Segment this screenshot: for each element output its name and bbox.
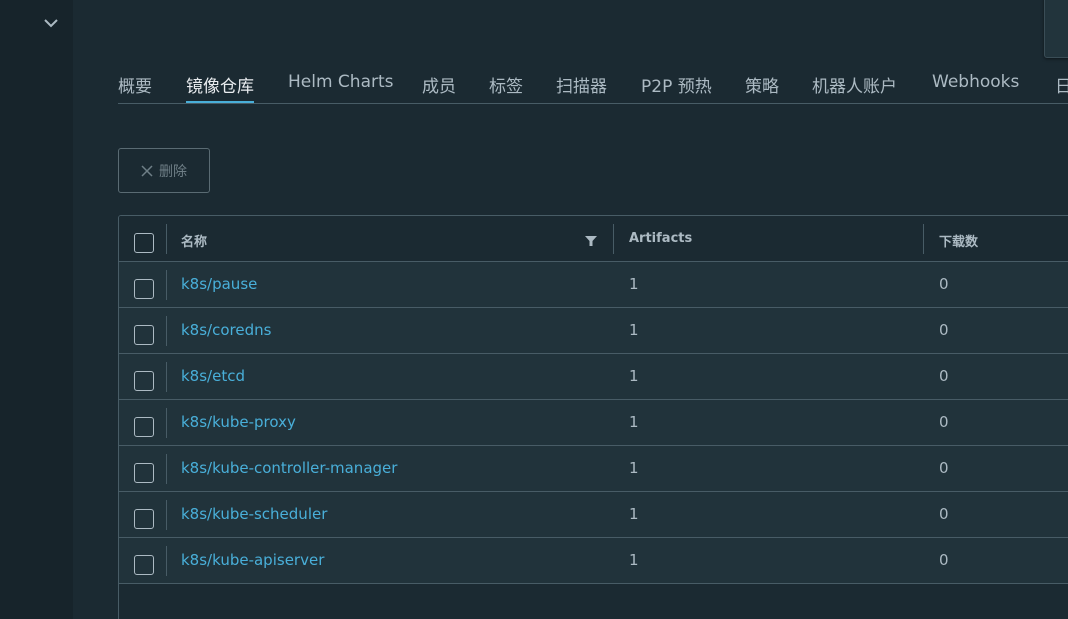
tab-p2p-preheat[interactable]: P2P 预热: [641, 72, 712, 103]
table-row: k8s/pause 1 0: [119, 262, 1068, 308]
cell-separator: [166, 316, 167, 346]
cell-separator: [166, 500, 167, 530]
repository-datagrid: 名称 Artifacts 下载数 k8s/pause 1 0 k8s/cored…: [118, 215, 1068, 619]
sidebar-collapse-button[interactable]: [40, 12, 62, 34]
cell-separator: [166, 454, 167, 484]
repository-link[interactable]: k8s/kube-proxy: [181, 413, 296, 431]
header-dropdown-card: [1044, 0, 1068, 58]
tab-webhooks[interactable]: Webhooks: [932, 72, 1019, 103]
artifacts-count: 1: [629, 275, 639, 293]
cell-separator: [166, 362, 167, 392]
table-row: k8s/kube-apiserver 1 0: [119, 538, 1068, 584]
close-icon: [141, 164, 153, 177]
download-count: 0: [939, 459, 949, 477]
tab-policy[interactable]: 策略: [745, 72, 779, 103]
tab-members[interactable]: 成员: [422, 72, 456, 103]
datagrid-header: 名称 Artifacts 下载数: [119, 216, 1068, 262]
project-tabs: 概要 镜像仓库 Helm Charts 成员 标签 扫描器 P2P 预热 策略 …: [118, 62, 1068, 104]
artifacts-count: 1: [629, 367, 639, 385]
row-checkbox[interactable]: [134, 279, 154, 299]
cell-separator: [166, 270, 167, 300]
artifacts-count: 1: [629, 413, 639, 431]
filter-icon[interactable]: [584, 235, 598, 247]
tab-helm-charts[interactable]: Helm Charts: [288, 72, 394, 103]
chevron-down-icon: [44, 19, 58, 28]
tab-repositories[interactable]: 镜像仓库: [186, 72, 254, 103]
delete-button-label: 删除: [159, 163, 187, 180]
repository-link[interactable]: k8s/kube-controller-manager: [181, 459, 397, 477]
column-header-name[interactable]: 名称: [181, 231, 207, 250]
download-count: 0: [939, 275, 949, 293]
artifacts-count: 1: [629, 505, 639, 523]
tab-logs[interactable]: 日: [1055, 72, 1068, 103]
cell-separator: [166, 408, 167, 438]
column-header-artifacts[interactable]: Artifacts: [629, 231, 692, 246]
repository-link[interactable]: k8s/kube-scheduler: [181, 505, 327, 523]
repository-link[interactable]: k8s/etcd: [181, 367, 245, 385]
row-checkbox[interactable]: [134, 555, 154, 575]
tab-robot-accounts[interactable]: 机器人账户: [812, 72, 897, 103]
row-checkbox[interactable]: [134, 509, 154, 529]
table-row: k8s/etcd 1 0: [119, 354, 1068, 400]
download-count: 0: [939, 551, 949, 569]
repository-link[interactable]: k8s/coredns: [181, 321, 271, 339]
table-row: k8s/kube-controller-manager 1 0: [119, 446, 1068, 492]
tab-scanner[interactable]: 扫描器: [556, 72, 607, 103]
row-checkbox[interactable]: [134, 417, 154, 437]
table-row: k8s/kube-proxy 1 0: [119, 400, 1068, 446]
table-row: k8s/kube-scheduler 1 0: [119, 492, 1068, 538]
tab-labels[interactable]: 标签: [489, 72, 523, 103]
download-count: 0: [939, 505, 949, 523]
row-checkbox[interactable]: [134, 371, 154, 391]
delete-button[interactable]: 删除: [118, 148, 210, 193]
row-checkbox[interactable]: [134, 463, 154, 483]
column-header-downloads[interactable]: 下载数: [939, 231, 978, 250]
row-checkbox[interactable]: [134, 325, 154, 345]
tab-summary[interactable]: 概要: [118, 72, 152, 103]
column-resize-handle[interactable]: [923, 224, 924, 254]
select-all-checkbox[interactable]: [134, 233, 154, 253]
column-resize-handle[interactable]: [613, 224, 614, 254]
artifacts-count: 1: [629, 459, 639, 477]
table-row: k8s/coredns 1 0: [119, 308, 1068, 354]
artifacts-count: 1: [629, 551, 639, 569]
column-separator: [166, 224, 167, 254]
repository-link[interactable]: k8s/kube-apiserver: [181, 551, 324, 569]
repository-link[interactable]: k8s/pause: [181, 275, 257, 293]
artifacts-count: 1: [629, 321, 639, 339]
sidebar: [0, 0, 73, 619]
download-count: 0: [939, 413, 949, 431]
download-count: 0: [939, 321, 949, 339]
download-count: 0: [939, 367, 949, 385]
cell-separator: [166, 546, 167, 576]
